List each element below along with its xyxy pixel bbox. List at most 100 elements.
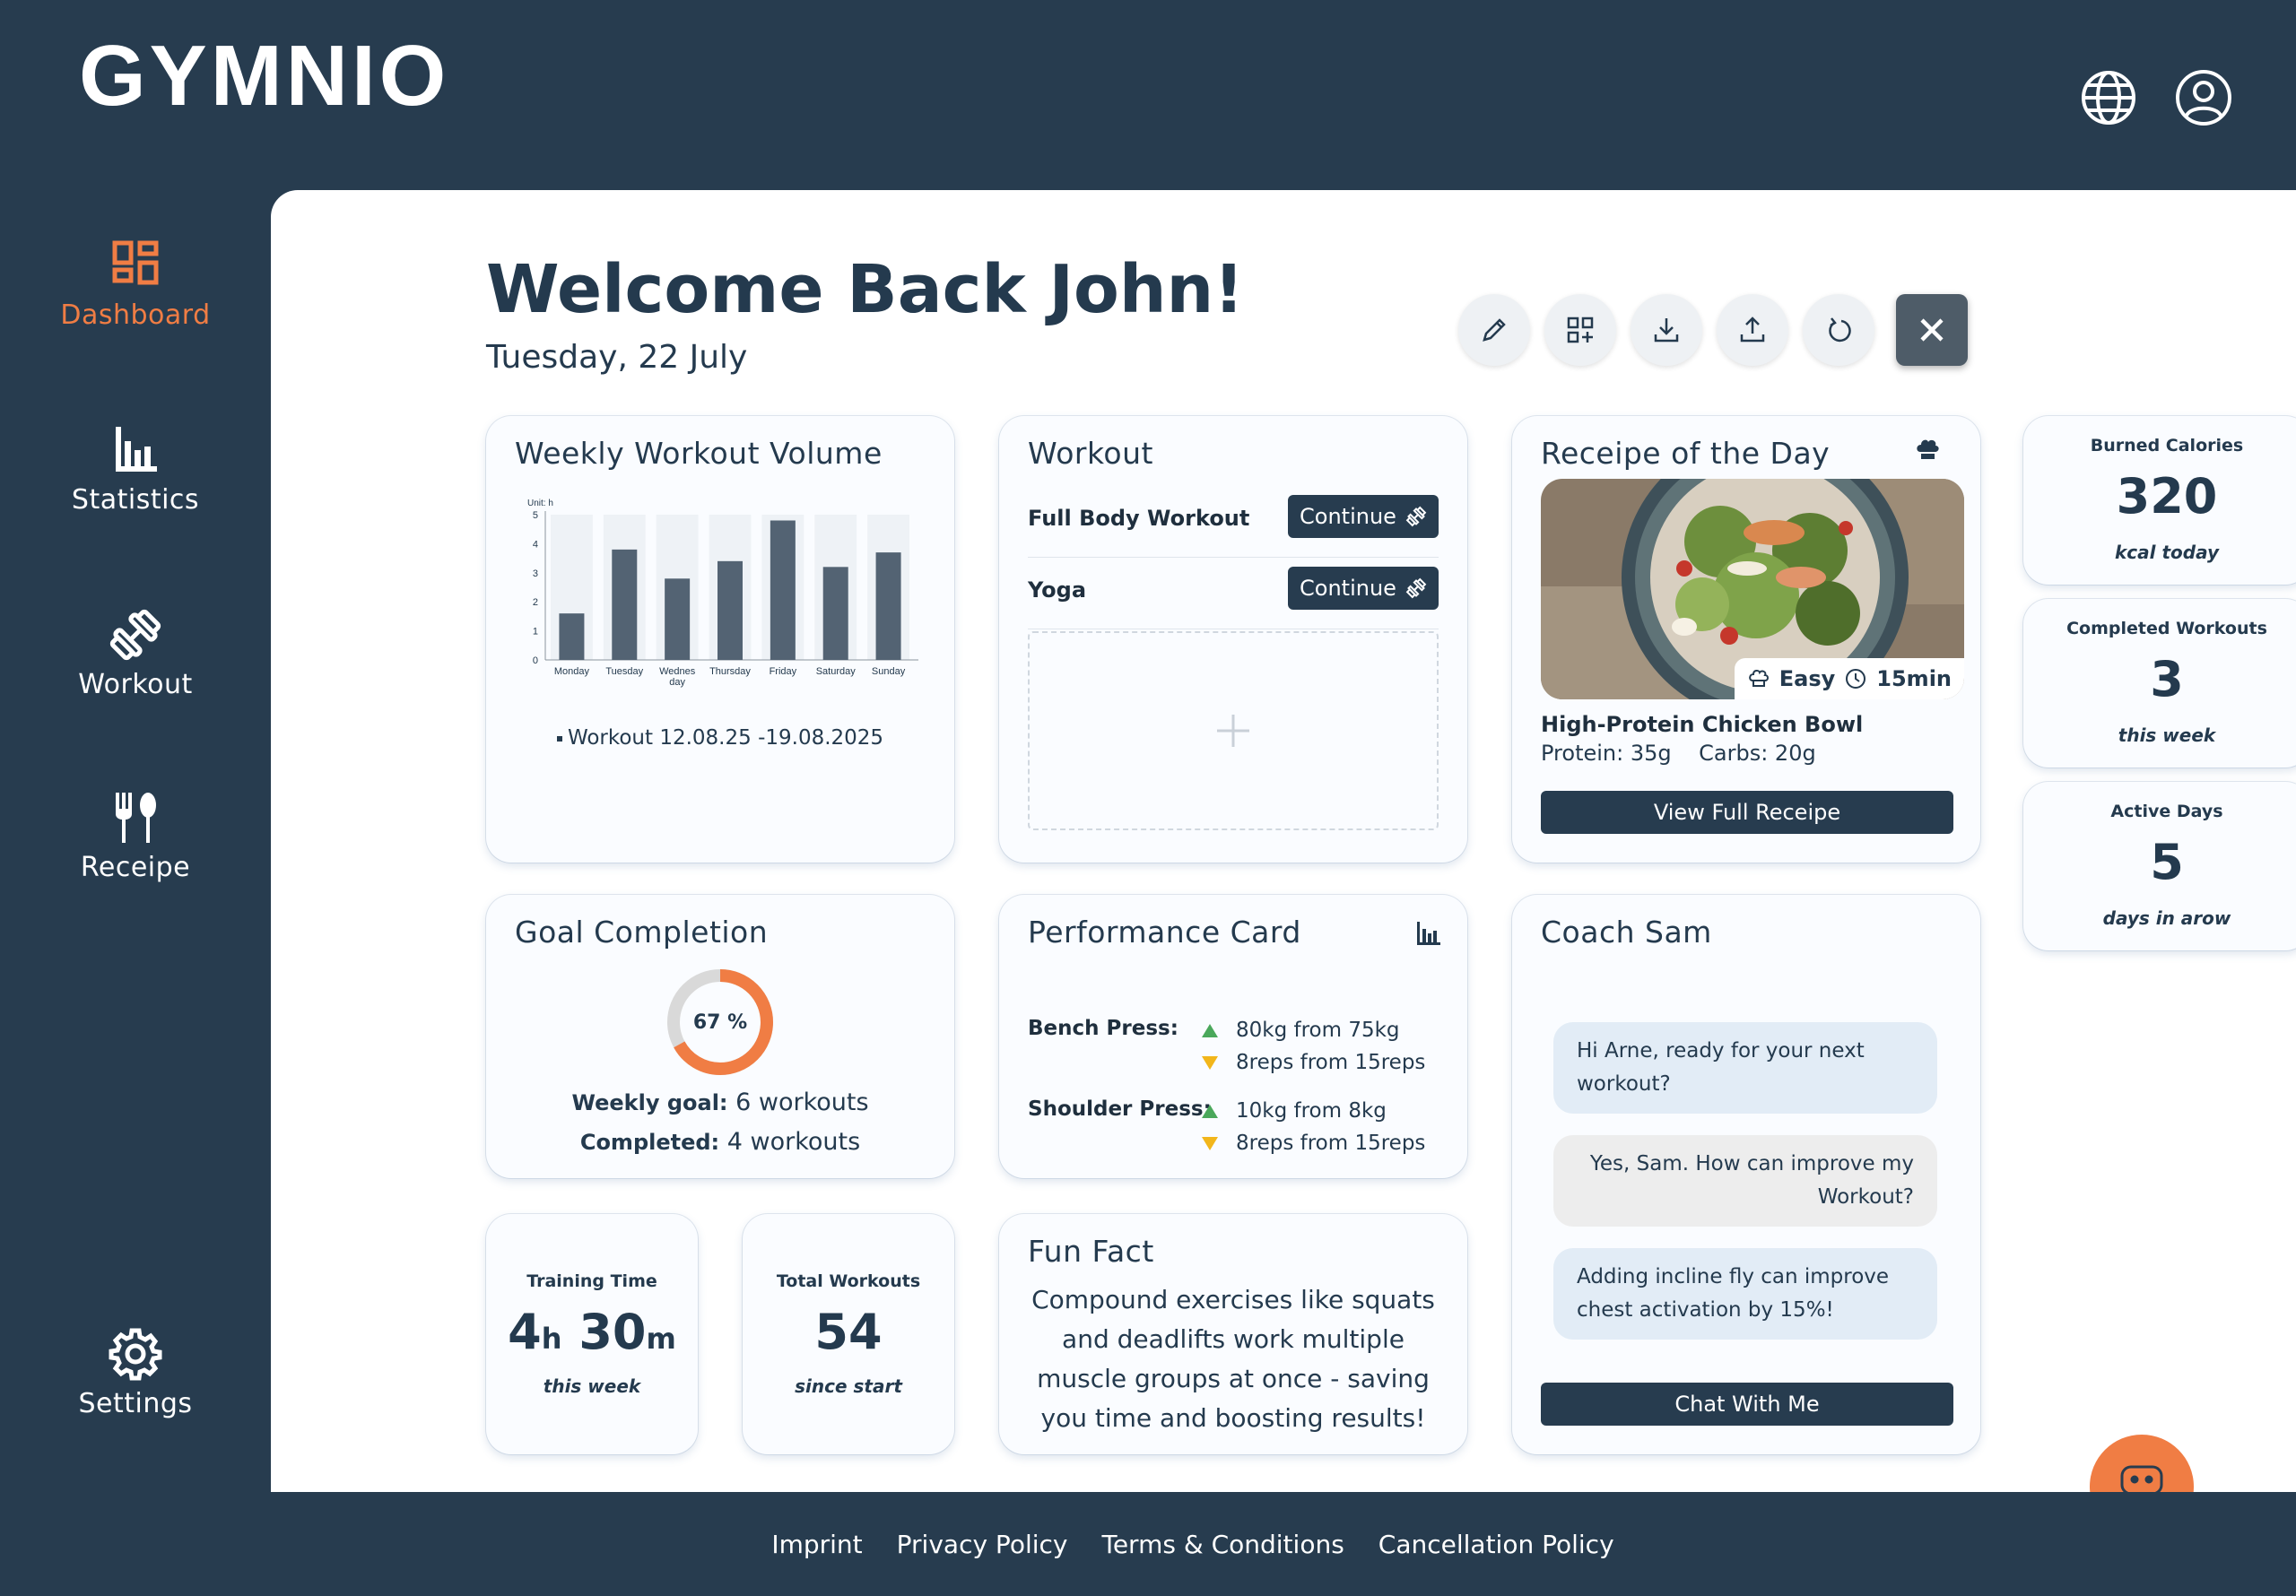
arrow-down-icon (1202, 1136, 1218, 1150)
completed-workouts-card: Completed Workouts 3 this week (2023, 599, 2296, 768)
chat-with-me-button[interactable]: Chat With Me (1541, 1383, 1953, 1426)
app-logo[interactable]: GYMNIO (79, 33, 449, 119)
sidebar-item-label: Workout (78, 669, 193, 700)
footer-link-cancellation[interactable]: Cancellation Policy (1378, 1530, 1614, 1559)
chat-message-user: Yes, Sam. How can improve my Workout? (1553, 1135, 1937, 1227)
y-tick-label: 0 (533, 655, 538, 666)
view-full-recipe-button[interactable]: View Full Receipe (1541, 791, 1953, 834)
stat-value: 5 (2150, 834, 2184, 890)
close-button[interactable] (1896, 294, 1968, 366)
stat-value: 54 (814, 1304, 883, 1360)
recipe-image[interactable]: Easy 15min (1541, 479, 1964, 699)
card-title: Weekly Workout Volume (515, 436, 883, 471)
sidebar-item-label: Receipe (80, 852, 191, 883)
globe-icon[interactable] (2079, 68, 2138, 127)
x-tick-label: Sunday (872, 666, 906, 677)
performance-down: 8reps from 15reps (1202, 1132, 1425, 1155)
sidebar-item-settings[interactable]: Settings (0, 1327, 271, 1419)
dumbbell-icon (1405, 506, 1427, 527)
card-title: Workout (1028, 436, 1153, 471)
stat-value: 3 (2150, 651, 2184, 707)
chart-bar (822, 567, 848, 660)
weekly-volume-card: Weekly Workout Volume Unit: h 0 1 2 3 4 5 Monda… (486, 416, 954, 863)
chatbot-button[interactable] (2090, 1435, 2194, 1492)
upload-button[interactable] (1717, 294, 1788, 366)
bar-chart-icon[interactable] (1415, 920, 1442, 947)
sidebar-item-dashboard[interactable]: Dashboard (0, 239, 271, 331)
chat-message-coach: Hi Arne, ready for your next workout? (1553, 1022, 1937, 1114)
stat-sub: this week (543, 1375, 641, 1397)
sidebar-item-workout[interactable]: Workout (0, 608, 271, 700)
recipe-macros: Protein: 35g Carbs: 20g (1541, 741, 1816, 766)
goal-completion-card: Goal Completion 67 % Weekly goal: 6 work… (486, 895, 954, 1178)
add-widget-button[interactable] (1544, 294, 1616, 366)
recipe-duration: 15min (1876, 666, 1952, 691)
sidebar-item-label: Dashboard (60, 299, 211, 331)
dumbbell-icon (109, 609, 161, 661)
sidebar-item-label: Settings (78, 1388, 193, 1419)
edit-button[interactable] (1458, 294, 1530, 366)
chart-bar (665, 578, 691, 660)
x-tick-label: Tuesday (605, 666, 643, 677)
x-tick-label: Friday (770, 666, 797, 677)
add-workout-button[interactable] (1028, 631, 1439, 830)
refresh-button[interactable] (1803, 294, 1874, 366)
workout-row: Yoga Continue (1028, 558, 1439, 629)
coach-card: Coach Sam Hi Arne, ready for your next w… (1512, 895, 1980, 1454)
dashboard-icon (112, 240, 159, 285)
chart-legend: Workout 12.08.25 -19.08.2025 (486, 726, 954, 750)
card-title: Fun Fact (1028, 1234, 1154, 1269)
footer-link-privacy[interactable]: Privacy Policy (897, 1530, 1068, 1559)
chart-bar (770, 520, 796, 660)
stat-sub: days in arow (2102, 907, 2231, 929)
performance-card: Performance Card Bench Press: 80kg from … (999, 895, 1467, 1178)
chart-bar (718, 560, 743, 660)
y-tick-label: 3 (533, 568, 538, 579)
stat-sub: this week (2118, 724, 2216, 746)
card-title: Receipe of the Day (1541, 436, 1831, 471)
y-tick-label: 2 (533, 597, 538, 608)
stat-label: Burned Calories (2090, 436, 2244, 455)
exercise-name: Bench Press: (1028, 1017, 1178, 1040)
burned-calories-card: Burned Calories 320 kcal today (2023, 416, 2296, 585)
sidebar-item-label: Statistics (71, 484, 200, 516)
card-title: Goal Completion (515, 915, 769, 950)
close-icon (1920, 318, 1944, 342)
x-tick-label: Saturday (816, 666, 857, 677)
x-tick-label: Monday (554, 666, 590, 677)
recipe-name: High-Protein Chicken Bowl (1541, 712, 1864, 737)
footer: Imprint Privacy Policy Terms & Condition… (0, 1492, 2296, 1596)
card-title: Coach Sam (1541, 915, 1712, 950)
card-title: Performance Card (1028, 915, 1301, 950)
download-button[interactable] (1631, 294, 1702, 366)
bar-chart-icon (116, 427, 157, 472)
robot-icon (2120, 1465, 2163, 1492)
sidebar-item-statistics[interactable]: Statistics (0, 423, 271, 516)
dumbbell-icon (1405, 577, 1427, 599)
goal-percent: 67 % (692, 1011, 748, 1034)
sidebar-item-receipe[interactable]: Receipe (0, 791, 271, 883)
continue-button[interactable]: Continue (1288, 495, 1439, 538)
total-workouts-card: Total Workouts 54 since start (743, 1214, 954, 1454)
stat-value: 320 (2116, 468, 2218, 525)
arrow-up-icon (1202, 1104, 1218, 1118)
recipe-card: Receipe of the Day Easy 15min High-Prote… (1512, 416, 1980, 863)
stat-label: Completed Workouts (2066, 619, 2267, 638)
chart-bar (612, 549, 638, 660)
gear-icon (109, 1328, 162, 1381)
y-axis-unit: Unit: h (527, 499, 553, 508)
workout-row: Full Body Workout Continue (1028, 486, 1439, 558)
chart-bar (875, 552, 901, 660)
y-tick-label: 5 (533, 510, 538, 521)
stat-sub: since start (795, 1375, 902, 1397)
upload-icon (1740, 317, 1765, 343)
arrow-up-icon (1202, 1023, 1218, 1037)
completed-goal: Completed: 4 workouts (579, 1128, 861, 1156)
user-account-icon[interactable] (2174, 68, 2233, 127)
footer-link-imprint[interactable]: Imprint (771, 1530, 862, 1559)
fun-fact-card: Fun Fact Compound exercises like squats … (999, 1214, 1467, 1454)
stat-label: Active Days (2110, 802, 2223, 821)
continue-button[interactable]: Continue (1288, 567, 1439, 610)
footer-link-terms[interactable]: Terms & Conditions (1101, 1530, 1344, 1559)
refresh-icon (1829, 317, 1851, 343)
